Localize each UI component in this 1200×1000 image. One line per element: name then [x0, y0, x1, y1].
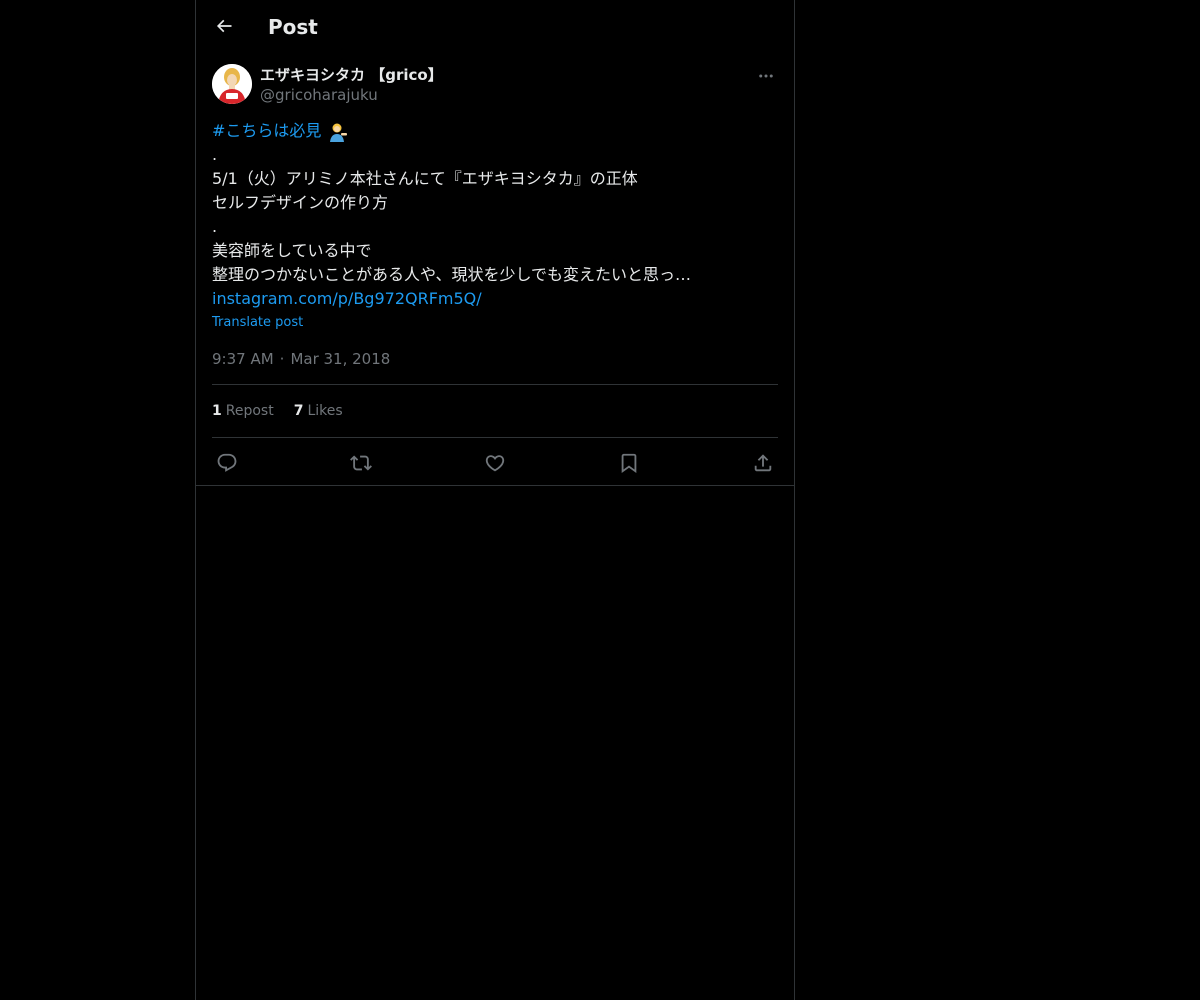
page-header: Post [196, 0, 794, 53]
primary-column: Post エザキヨシタカ 【grico】 @gricoharajuku #こちら… [195, 0, 795, 1000]
tweet-text: #こちらは必見 . 5/1（火）アリミノ本社さんにて『エザキヨシタカ』の正体 セ… [212, 119, 778, 311]
post-time[interactable]: 9:37 AM [212, 350, 274, 368]
divider [212, 437, 778, 438]
engagement-stats: 1 Repost 7 Likes [212, 401, 363, 421]
more-button[interactable] [754, 64, 778, 88]
repost-button[interactable] [346, 448, 376, 478]
like-button[interactable] [480, 448, 510, 478]
arrow-left-icon [216, 19, 232, 33]
heart-icon [485, 455, 505, 472]
page-title: Post [268, 15, 318, 39]
tweet-line: 整理のつかないことがある人や、現状を少しでも変えたいと思っ… [212, 265, 692, 284]
tweet-line: 美容師をしている中で [212, 241, 372, 260]
reply-button[interactable] [212, 448, 242, 478]
reply-icon [217, 453, 237, 472]
repost-icon [350, 455, 372, 471]
bookmark-icon [621, 453, 637, 474]
more-horizontal-icon [759, 74, 773, 78]
tweet-line: セルフデザインの作り方 [212, 193, 389, 212]
reposts-count: 1 [212, 403, 222, 419]
author-name[interactable]: エザキヨシタカ 【grico】 [260, 65, 443, 85]
tweet-line: . [212, 217, 218, 236]
share-button[interactable] [748, 448, 778, 478]
likes-stat[interactable]: 7 Likes [294, 401, 343, 421]
divider [212, 384, 778, 385]
author-handle[interactable]: @gricoharajuku [260, 85, 443, 105]
reposts-label: Repost [225, 403, 274, 419]
back-button[interactable] [208, 10, 240, 42]
author-block: エザキヨシタカ 【grico】 @gricoharajuku [260, 65, 443, 105]
timestamp: 9:37 AM · Mar 31, 2018 [212, 349, 390, 369]
person-tipping-hand-emoji [329, 123, 347, 142]
bookmark-button[interactable] [614, 448, 644, 478]
avatar[interactable] [212, 64, 252, 104]
tweet-line: 5/1（火）アリミノ本社さんにて『エザキヨシタカ』の正体 [212, 169, 638, 188]
action-bar [212, 448, 778, 478]
share-icon [754, 454, 772, 472]
hashtag-line: #こちらは必見 [212, 119, 778, 143]
likes-label: Likes [307, 403, 343, 419]
instagram-link[interactable]: instagram.com/p/Bg972QRFm5Q/ [212, 287, 778, 311]
likes-count: 7 [293, 403, 304, 419]
tweet-line: . [212, 145, 218, 164]
reposts-stat[interactable]: 1 Repost [212, 401, 274, 421]
hashtag-link[interactable]: #こちらは必見 [212, 121, 321, 140]
timestamp-separator: · [279, 350, 285, 368]
tweet-bottom-divider [196, 485, 794, 486]
translate-post-link[interactable]: Translate post [212, 315, 303, 331]
post-date[interactable]: Mar 31, 2018 [290, 350, 390, 368]
avatar-image [212, 64, 252, 104]
